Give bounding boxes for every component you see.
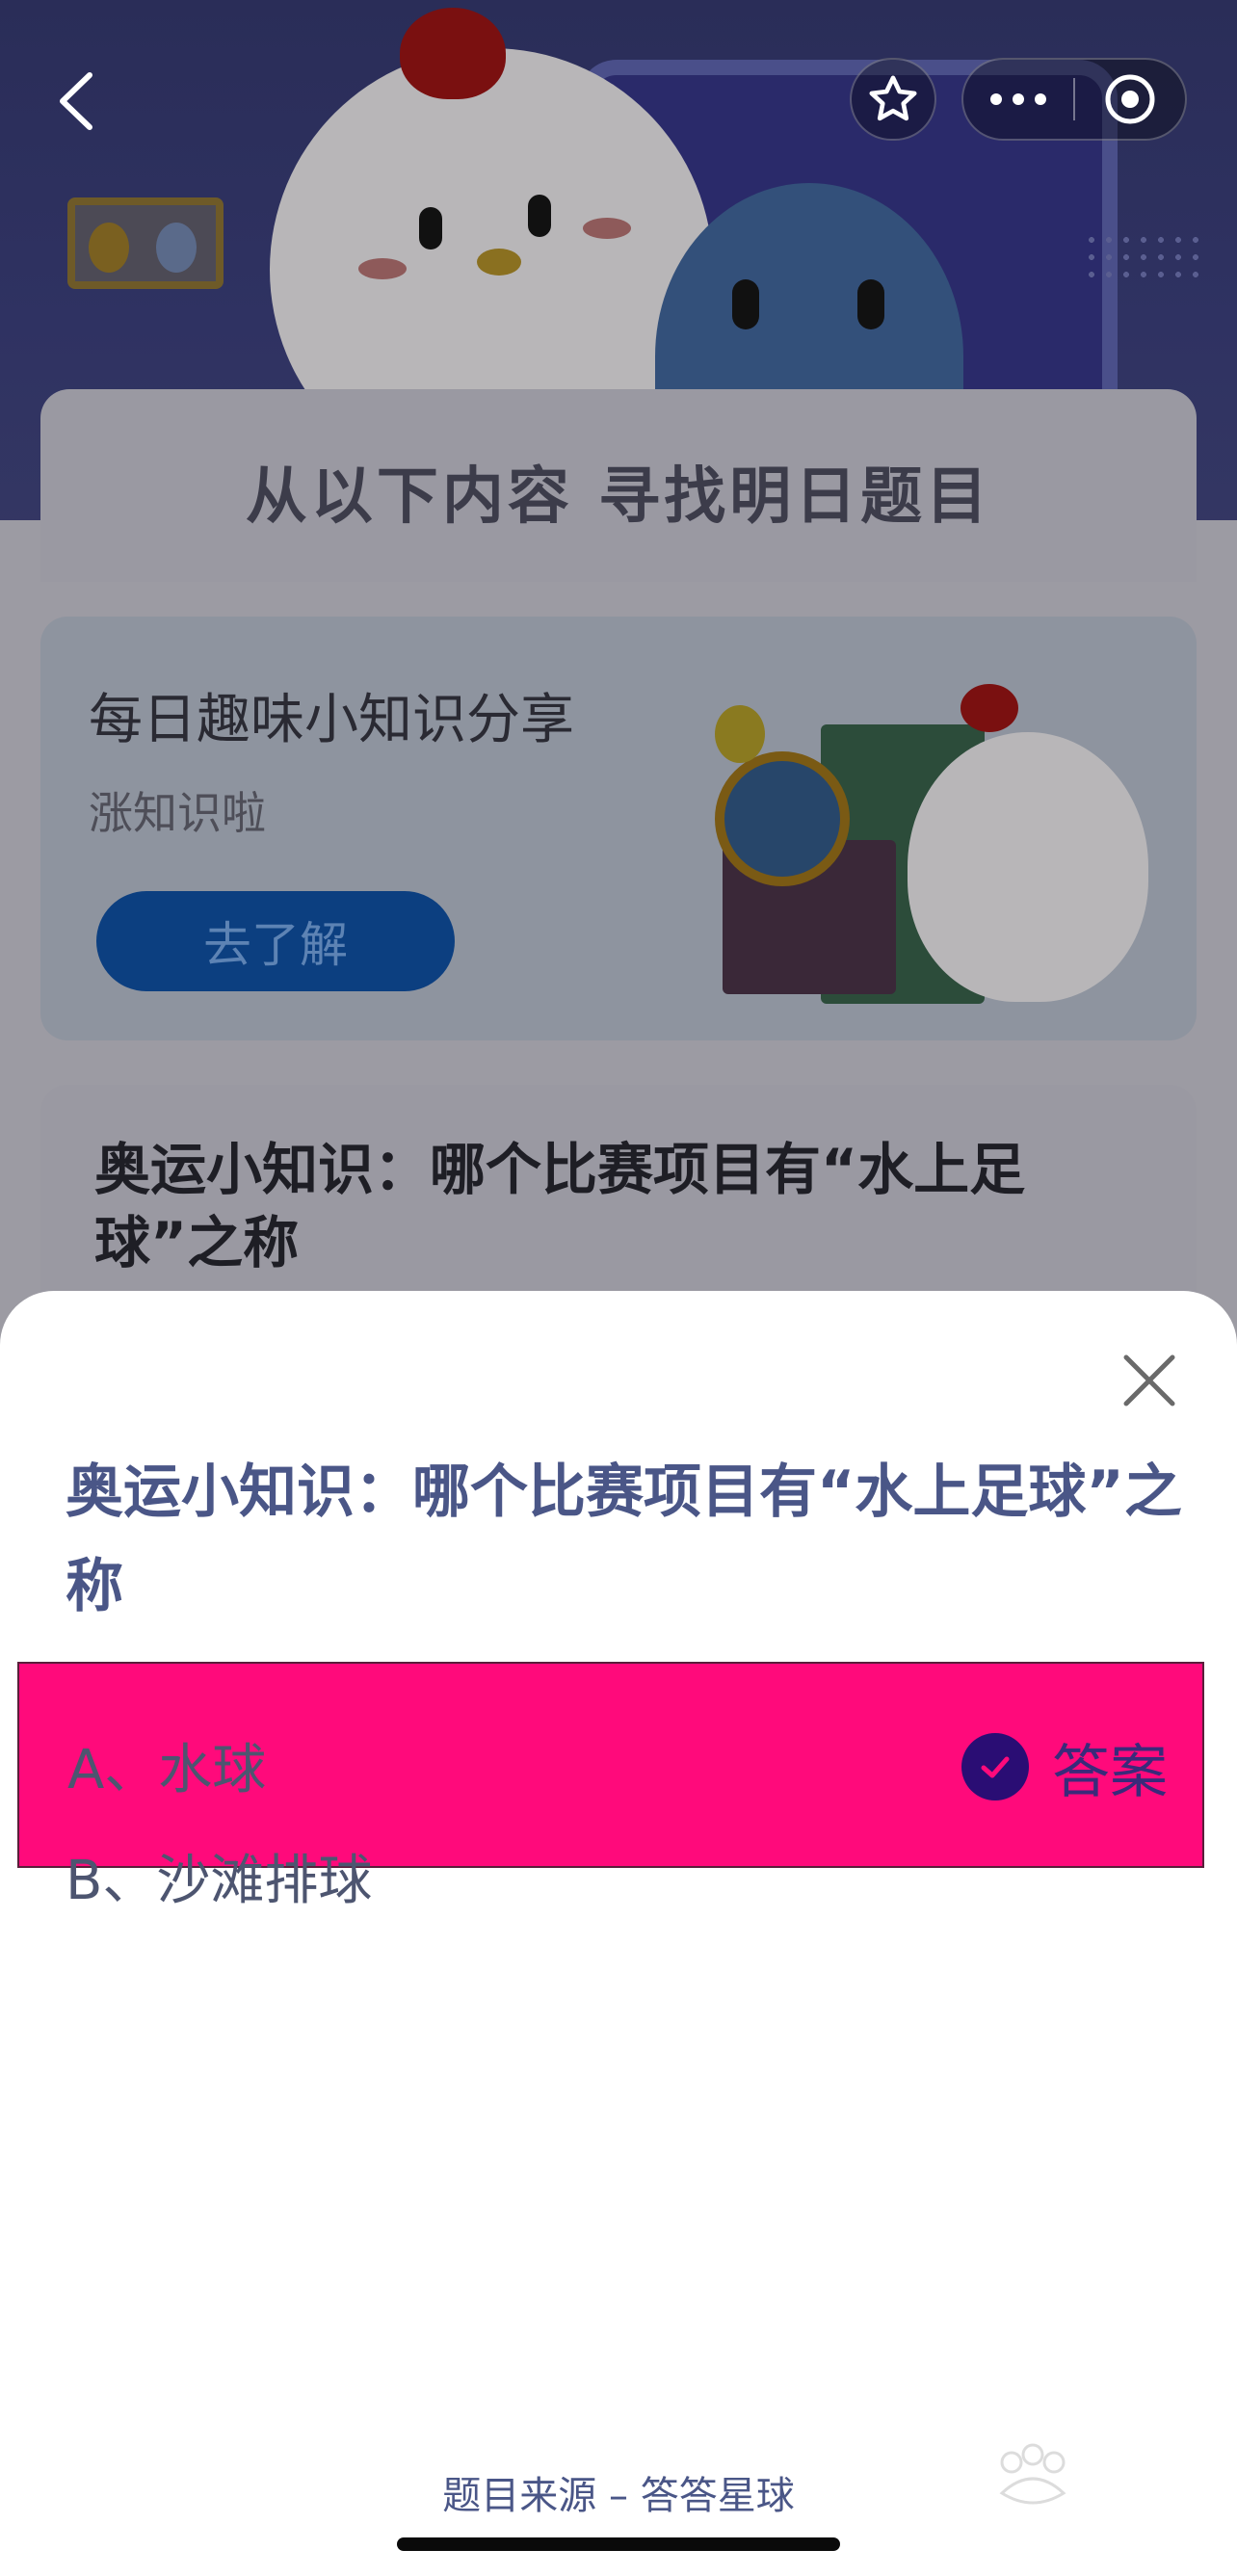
gold-medal-icon [89,223,129,273]
section-banner: 从以下内容 寻找明日题目 [40,389,1197,582]
light-bulb-icon [715,705,765,763]
chevron-left-icon [60,72,92,130]
close-icon [1123,1354,1175,1406]
answer-sheet: 奥运小知识：哪个比赛项目有“水上足球”之称 A、水球 答案 B、沙滩排球 题目来… [0,1291,1237,2576]
back-button[interactable] [50,67,102,135]
question-card-title: 奥运小知识：哪个比赛项目有“水上足球”之称 [94,1137,1026,1275]
option-b[interactable]: B、沙滩排球 [17,1782,1204,1969]
globe-icon [715,751,850,886]
page: 从以下内容 寻找明日题目 每日趣味小知识分享 涨知识啦 去了解 奥运小知识：哪个… [0,0,1237,2576]
checkmark-icon [981,1756,1010,1778]
alien-eye-left [732,279,759,329]
baidu-jingyan-watermark-icon [999,2443,1066,2505]
chick-cheek-right [583,218,631,239]
chick-mascot-small [908,732,1148,1002]
alien-eye-right [857,279,884,329]
chick-cheek-left [358,258,407,279]
target-circle-icon [1105,74,1155,124]
option-label: B、沙滩排球 [66,1849,373,1912]
learn-more-button[interactable]: 去了解 [96,891,455,991]
section-title: 从以下内容 寻找明日题目 [245,461,992,533]
close-button[interactable] [1118,1349,1181,1412]
card-subtitle: 涨知识啦 [89,787,266,839]
silver-medal-icon [156,223,197,273]
dots-decoration [1083,231,1198,289]
more-horizontal-icon [990,93,1046,105]
chick-eye-right [528,195,551,237]
more-button[interactable] [963,58,1073,141]
question-text: 奥运小知识：哪个比赛项目有“水上足球”之称 [66,1459,1182,1620]
chick-beak [477,249,521,276]
home-indicator [397,2537,840,2551]
card-title: 每日趣味小知识分享 [89,689,574,751]
medal-board-illustration [67,197,224,289]
mini-program-capsule [961,58,1187,141]
star-icon [869,75,917,121]
chick-eye-left [419,207,442,250]
chick-comb [400,8,506,99]
daily-tips-card[interactable]: 每日趣味小知识分享 涨知识啦 去了解 [40,617,1197,1040]
favorite-button[interactable] [850,58,936,141]
close-miniprogram-button[interactable] [1075,58,1185,141]
chick-comb-small [961,684,1018,732]
